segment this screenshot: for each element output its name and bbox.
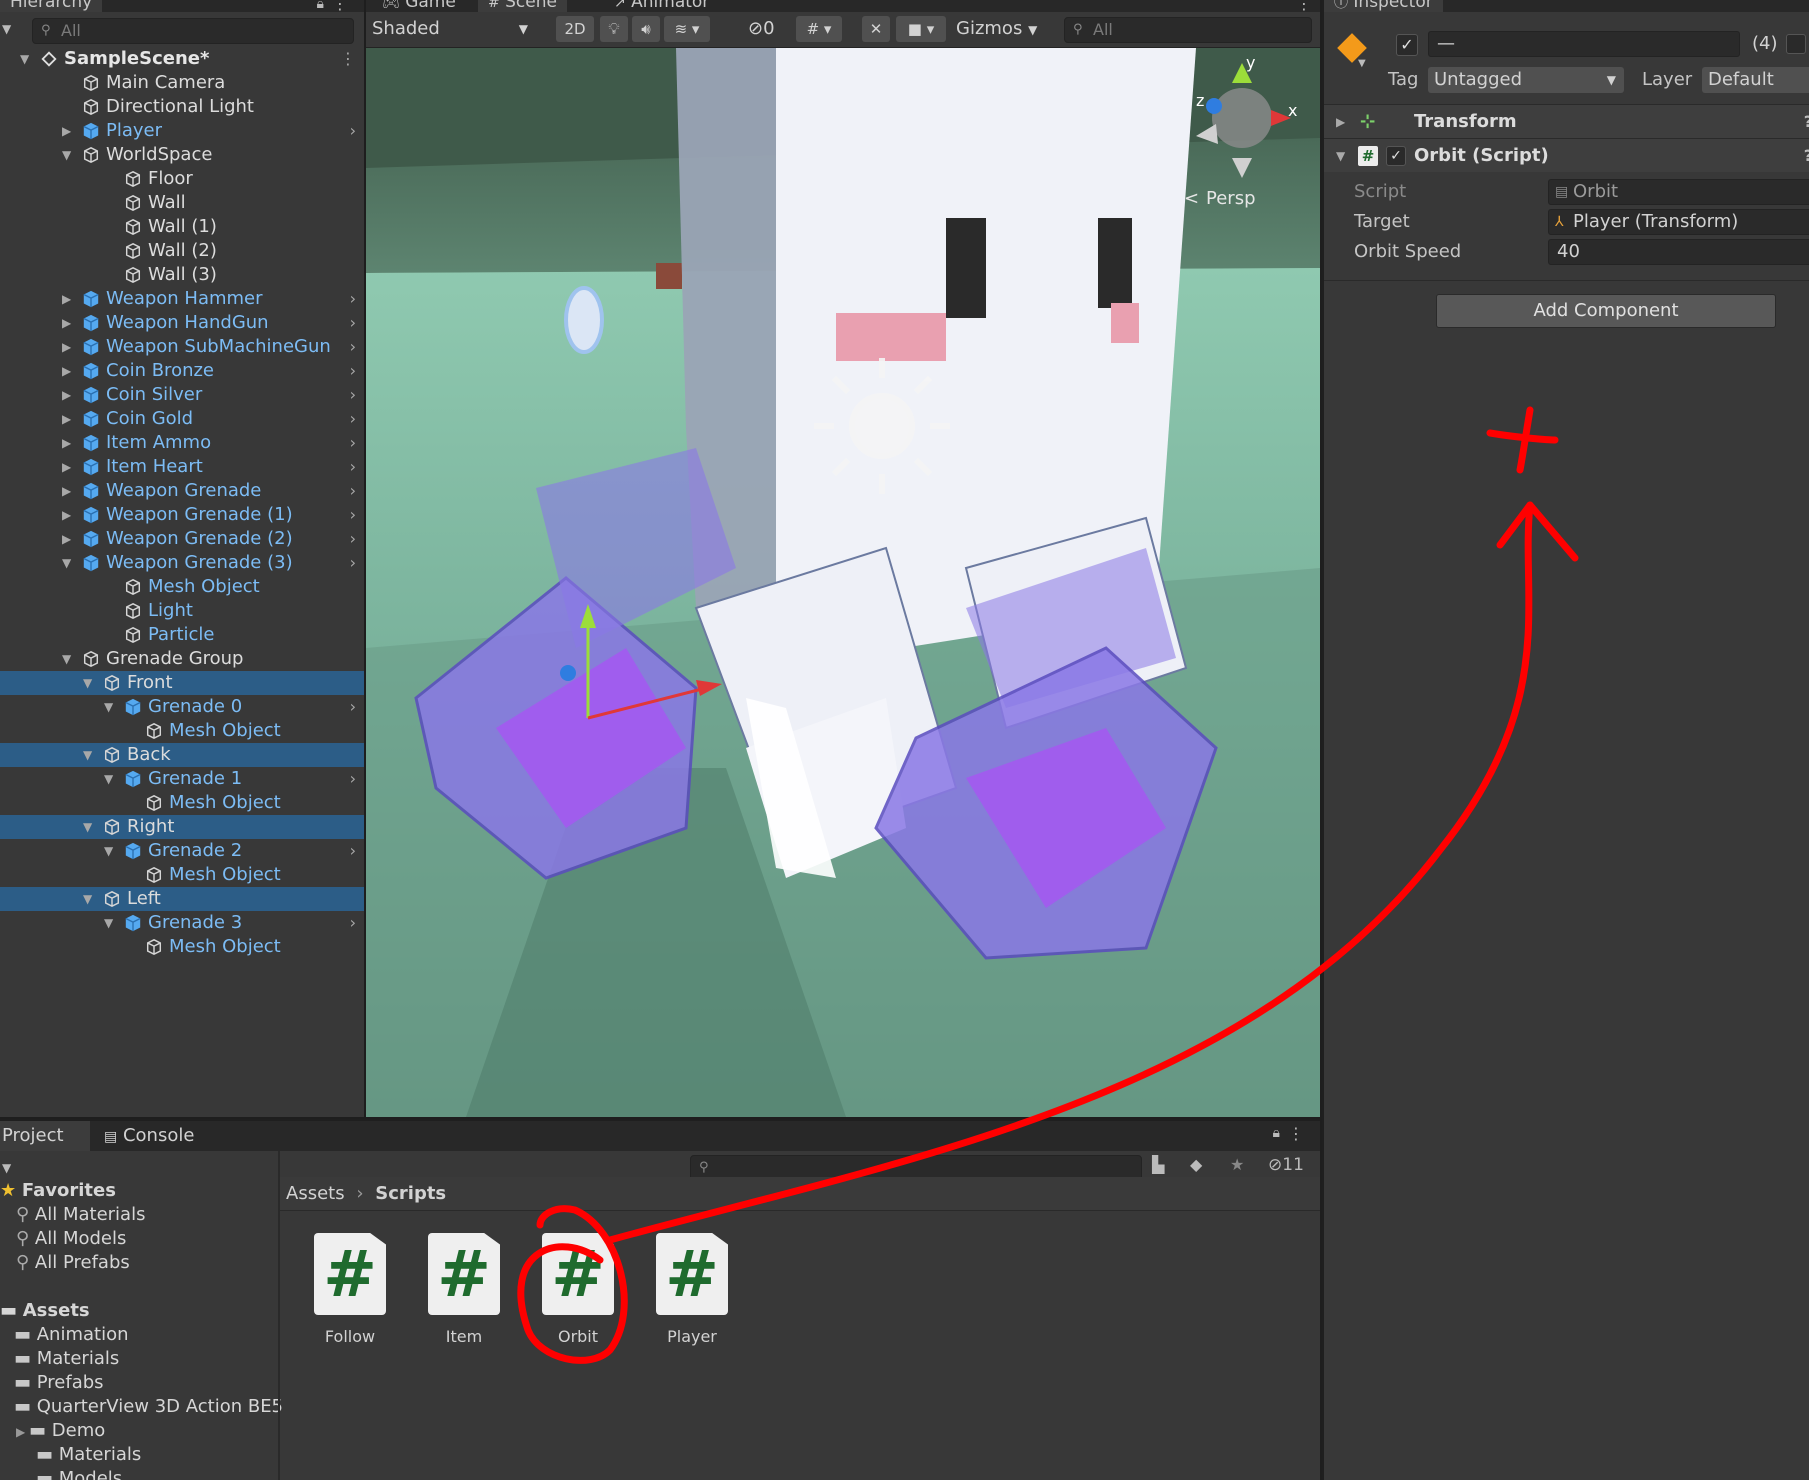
annotation-circle bbox=[517, 1205, 628, 1364]
annotation-cross bbox=[1486, 406, 1559, 474]
drag-annotation bbox=[517, 406, 1579, 1364]
annotation-arrow-head bbox=[1496, 501, 1579, 562]
annotation-arrow-line bbox=[606, 501, 1534, 1244]
